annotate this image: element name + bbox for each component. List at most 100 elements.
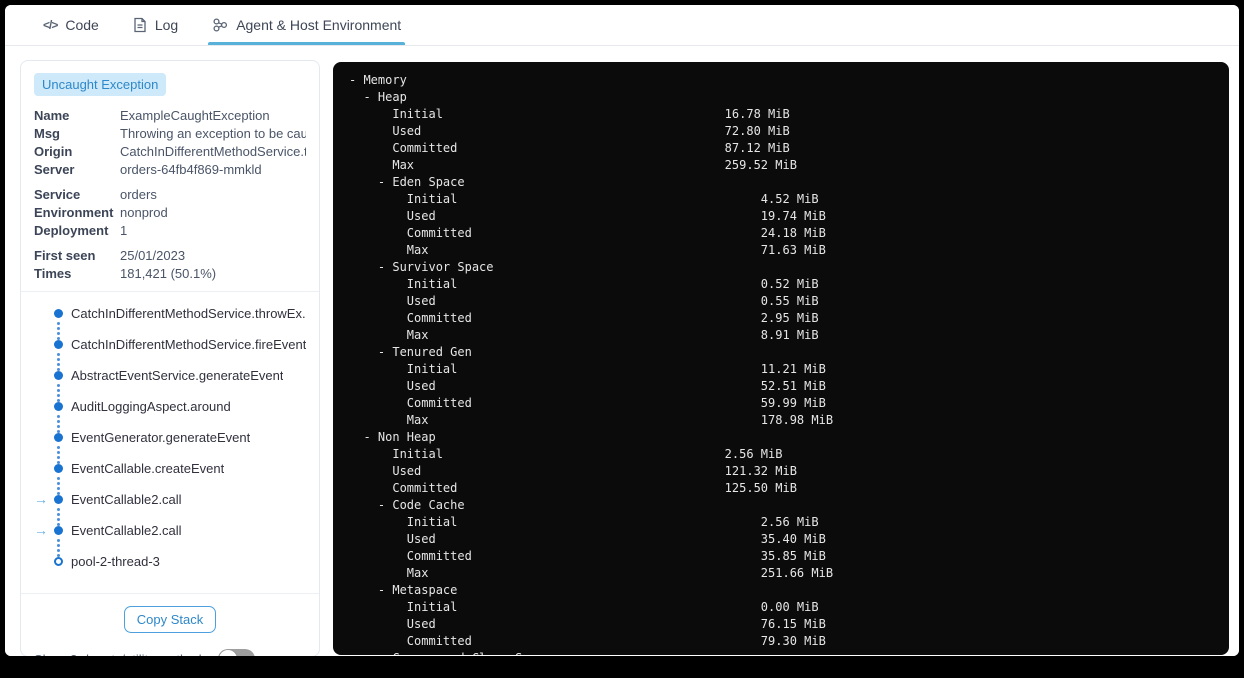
exception-fields-stats: First seen 25/01/2023 Times 181,421 (50.1%) [34,248,306,281]
terminal-line: - Compressed Class Space [349,650,1213,655]
exception-field-label: Service [34,187,81,202]
terminal-line-label: - Metaspace [349,583,458,597]
terminal-line-value: 0.52 MiB [760,277,819,291]
terminal-line-value: 19.74 MiB [760,209,826,223]
exception-field-value: orders [120,187,157,202]
frame-dot-icon [54,402,63,411]
terminal-line-label: Used [349,294,436,308]
terminal-line-value: 125.50 MiB [724,481,797,495]
stack-frame-label: EventCallable.createEvent [71,461,225,476]
stack-frame-item[interactable]: AuditLoggingAspect.around [34,399,306,433]
exception-fields-context: Service orders Environment nonprod Deploymen… [34,187,306,238]
terminal-line-value: 24.18 MiB [760,226,826,240]
terminal-line-value: 178.98 MiB [760,413,834,427]
divider [21,291,319,292]
stack-frame-item[interactable]: → EventCallable2.call [34,522,306,557]
terminal-line: - Survivor Space [349,259,1213,276]
exception-field-value: CatchInDifferentMethodService.throwExcep [120,144,306,159]
window-frame: </> Code Log Agent & Host Environment Un… [0,0,1244,678]
terminal-line: Committed 87.12 MiB [349,140,1213,157]
terminal-line-label: Max [349,328,429,342]
terminal-line: - Metaspace [349,582,1213,599]
terminal-line: Initial 11.21 MiB [349,361,1213,378]
exception-fields-primary: Name ExampleCaughtException Msg Throwing an… [34,108,306,177]
terminal-line-value: 2.95 MiB [760,311,819,325]
stack-frame-item[interactable]: EventGenerator.generateEvent [34,430,306,464]
terminal-line-label: - Code Cache [349,498,465,512]
stack-frame-item[interactable]: pool-2-thread-3 [34,554,306,585]
terminal-line-label: Used [349,379,436,393]
terminal-line-label: Committed [349,141,458,155]
current-frame-arrow-icon: → [34,522,48,538]
terminal-line-label: Initial [349,515,458,529]
terminal-line-label: Max [349,243,429,257]
terminal-line-value: 0.00 MiB [760,600,819,614]
terminal-line: Initial 0.00 MiB [349,599,1213,616]
exception-field-label: Server [34,162,75,177]
stack-frame-label: EventCallable2.call [71,492,182,507]
terminal-line-label: - Tenured Gen [349,345,472,359]
exception-field-value: 1 [120,223,128,238]
terminal-line-value: 59.99 MiB [760,396,826,410]
terminal-line-label: Committed [349,549,472,563]
terminal-line: Committed 59.99 MiB [349,395,1213,412]
exception-field-value: nonprod [120,205,168,220]
exception-field-label: First seen [34,248,96,263]
terminal-line: Used 0.55 MiB [349,293,1213,310]
memory-stats-terminal[interactable]: - Memory - Heap Initial 16.78 MiB Used 72.… [333,62,1229,655]
terminal-line-value: 71.63 MiB [760,243,826,257]
terminal-line-label: - Heap [349,90,407,104]
stack-frame-label: AbstractEventService.generateEvent [71,368,284,383]
tab-agent-host-environment[interactable]: Agent & Host Environment [208,5,406,45]
exception-field-label: Environment [34,205,114,220]
frame-dot-icon [54,464,63,473]
terminal-line-label: Used [349,209,436,223]
tab-label: Agent & Host Environment [236,17,402,33]
stack-frame-item[interactable]: AbstractEventService.generateEvent [34,368,306,402]
exception-field-value: 25/01/2023 [120,248,186,263]
stack-frame-item[interactable]: CatchInDifferentMethodService.fireEvent [34,337,306,371]
exception-field-label: Origin [34,144,73,159]
terminal-line-value: 259.52 MiB [724,158,797,172]
agent-host-icon [212,17,228,33]
terminal-line-label: Used [349,532,436,546]
terminal-line-label: Committed [349,481,458,495]
terminal-line-label: Max [349,413,429,427]
terminal-line: Initial 0.52 MiB [349,276,1213,293]
frame-dot-icon [54,340,63,349]
exception-field-label: Name [34,108,70,123]
tab-bar: </> Code Log Agent & Host Environment [5,5,1239,46]
terminal-line-label: Initial [349,277,458,291]
page: </> Code Log Agent & Host Environment Un… [5,5,1239,656]
tab-code[interactable]: </> Code [41,5,101,45]
terminal-line: Used 35.40 MiB [349,531,1213,548]
frame-dot-icon [54,495,63,504]
current-frame-arrow-icon: → [34,491,48,507]
terminal-line-value: 76.15 MiB [760,617,826,631]
tab-label: Code [65,17,99,33]
stack-frame-label: CatchInDifferentMethodService.throwEx... [71,306,306,321]
stack-frame-label: EventCallable2.call [71,523,182,538]
code-icon: </> [43,18,58,32]
exception-field-value: ExampleCaughtException [120,108,270,123]
tab-log[interactable]: Log [131,5,180,45]
terminal-line-label: Max [349,158,415,172]
stack-frame-item[interactable]: EventCallable.createEvent [34,461,306,495]
terminal-line: Committed 79.30 MiB [349,633,1213,650]
terminal-line-label: Initial [349,447,443,461]
show-3rd-party-toggle[interactable] [218,649,256,656]
terminal-line-value: 0.55 MiB [760,294,819,308]
terminal-line-value: 251.66 MiB [760,566,834,580]
terminal-line-value: 87.12 MiB [724,141,790,155]
exception-field-label: Times [34,266,72,281]
stack-frame-label: CatchInDifferentMethodService.fireEvent [71,337,306,352]
terminal-line: Max 178.98 MiB [349,412,1213,429]
log-icon [133,17,147,33]
exception-card: Uncaught Exception Name ExampleCaughtExce… [20,60,320,656]
terminal-line-value: 35.40 MiB [760,532,826,546]
copy-stack-button[interactable]: Copy Stack [123,606,217,633]
stack-frame-item[interactable]: CatchInDifferentMethodService.throwEx... [34,306,306,340]
terminal-line-value: 4.52 MiB [760,192,819,206]
terminal-line: - Non Heap [349,429,1213,446]
stack-frame-item[interactable]: → EventCallable2.call [34,491,306,526]
